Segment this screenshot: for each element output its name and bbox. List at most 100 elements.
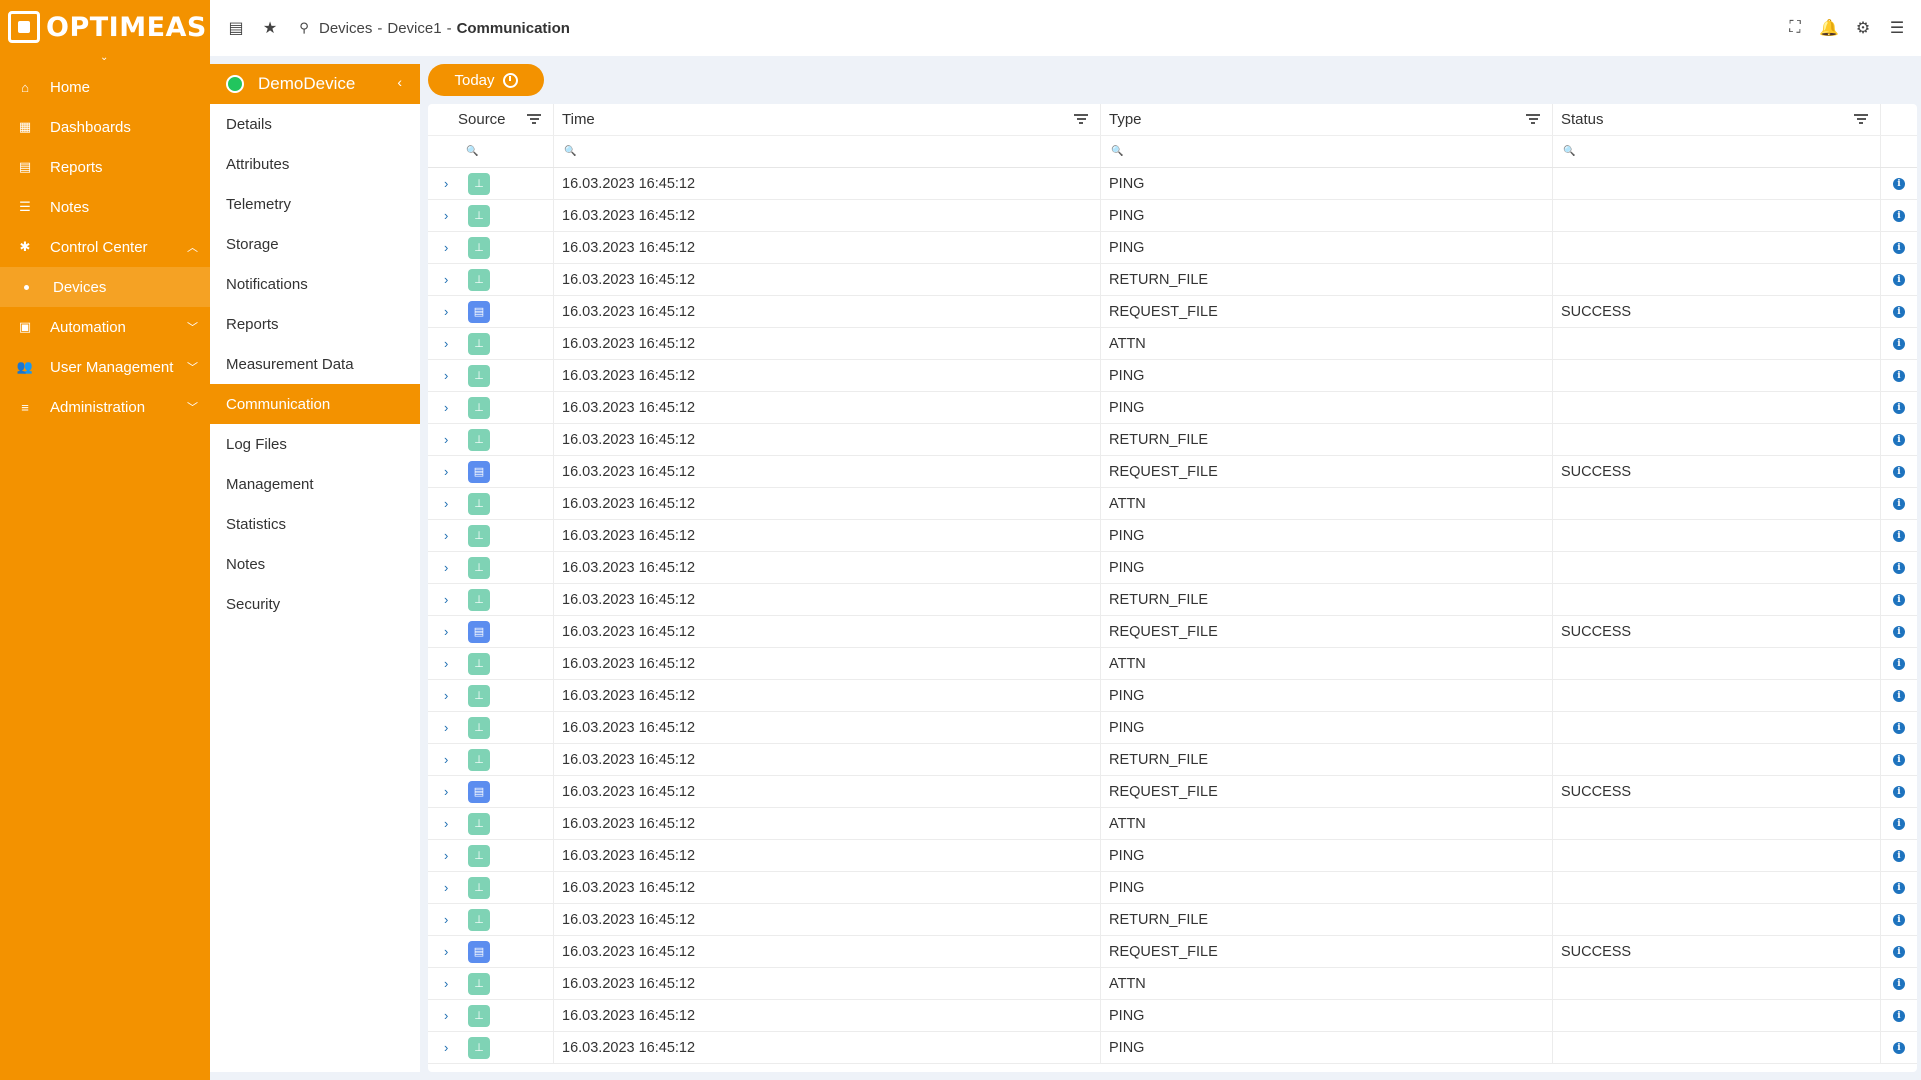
star-icon[interactable]: ★ <box>260 18 280 38</box>
table-row[interactable]: › ⊥ 16.03.2023 16:45:12 RETURN_FILE i <box>428 744 1917 776</box>
fullscreen-icon[interactable]: ⛶ <box>1785 18 1805 38</box>
device-menu-item-measurement-data[interactable]: Measurement Data <box>210 344 420 384</box>
info-icon[interactable]: i <box>1893 817 1905 830</box>
search-icon[interactable]: 🔍 <box>444 146 478 157</box>
bell-icon[interactable]: 🔔 <box>1819 18 1839 38</box>
device-menu-item-security[interactable]: Security <box>210 584 420 624</box>
info-icon[interactable]: i <box>1893 721 1905 734</box>
info-icon[interactable]: i <box>1893 913 1905 926</box>
table-row[interactable]: › ⊥ 16.03.2023 16:45:12 PING i <box>428 520 1917 552</box>
search-icon[interactable]: 🔍 <box>562 146 576 157</box>
device-menu-item-telemetry[interactable]: Telemetry <box>210 184 420 224</box>
table-row[interactable]: › ▤ 16.03.2023 16:45:12 REQUEST_FILE SUCCESS… <box>428 456 1917 488</box>
table-row[interactable]: › ⊥ 16.03.2023 16:45:12 RETURN_FILE i <box>428 264 1917 296</box>
table-row[interactable]: › ⊥ 16.03.2023 16:45:12 RETURN_FILE i <box>428 584 1917 616</box>
table-row[interactable]: › ⊥ 16.03.2023 16:45:12 PING i <box>428 1000 1917 1032</box>
chevron-right-icon[interactable]: › <box>444 528 456 543</box>
table-row[interactable]: › ⊥ 16.03.2023 16:45:12 PING i <box>428 232 1917 264</box>
info-icon[interactable]: i <box>1893 241 1905 254</box>
table-row[interactable]: › ⊥ 16.03.2023 16:45:12 ATTN i <box>428 648 1917 680</box>
logo[interactable]: OPTIMEAS <box>0 0 210 54</box>
nav-item-control-center[interactable]: ✱ Control Center ︿ <box>0 227 210 267</box>
info-icon[interactable]: i <box>1893 497 1905 510</box>
table-row[interactable]: › ⊥ 16.03.2023 16:45:12 PING i <box>428 1032 1917 1064</box>
table-row[interactable]: › ⊥ 16.03.2023 16:45:12 PING i <box>428 360 1917 392</box>
menu-icon[interactable]: ☰ <box>1887 18 1907 38</box>
info-icon[interactable]: i <box>1893 977 1905 990</box>
chevron-right-icon[interactable]: › <box>444 208 456 223</box>
chevron-right-icon[interactable]: › <box>444 496 456 511</box>
table-row[interactable]: › ⊥ 16.03.2023 16:45:12 PING i <box>428 840 1917 872</box>
table-row[interactable]: › ⊥ 16.03.2023 16:45:12 PING i <box>428 872 1917 904</box>
chevron-right-icon[interactable]: › <box>444 752 456 767</box>
breadcrumb-devices[interactable]: Devices <box>319 20 372 37</box>
nav-item-notes[interactable]: ☰ Notes <box>0 187 210 227</box>
info-icon[interactable]: i <box>1893 1041 1905 1054</box>
info-icon[interactable]: i <box>1893 881 1905 894</box>
info-icon[interactable]: i <box>1893 433 1905 446</box>
chevron-right-icon[interactable]: › <box>444 816 456 831</box>
nav-item-home[interactable]: ⌂ Home <box>0 67 210 107</box>
chevron-right-icon[interactable]: › <box>444 432 456 447</box>
chevron-right-icon[interactable]: › <box>444 272 456 287</box>
search-icon[interactable]: 🔍 <box>1561 146 1575 157</box>
chevron-down-icon[interactable]: ⌄ <box>100 52 108 63</box>
chevron-right-icon[interactable]: › <box>444 656 456 671</box>
info-icon[interactable]: i <box>1893 465 1905 478</box>
chevron-right-icon[interactable]: › <box>444 944 456 959</box>
chevron-right-icon[interactable]: › <box>444 368 456 383</box>
info-icon[interactable]: i <box>1893 849 1905 862</box>
chevron-right-icon[interactable]: › <box>444 848 456 863</box>
info-icon[interactable]: i <box>1893 337 1905 350</box>
chevron-right-icon[interactable]: › <box>444 240 456 255</box>
info-icon[interactable]: i <box>1893 401 1905 414</box>
device-menu-item-statistics[interactable]: Statistics <box>210 504 420 544</box>
chevron-right-icon[interactable]: › <box>444 784 456 799</box>
nav-item-devices[interactable]: Devices <box>0 267 210 307</box>
table-row[interactable]: › ⊥ 16.03.2023 16:45:12 ATTN i <box>428 488 1917 520</box>
chevron-right-icon[interactable]: › <box>444 336 456 351</box>
device-menu-item-management[interactable]: Management <box>210 464 420 504</box>
info-icon[interactable]: i <box>1893 305 1905 318</box>
device-menu-item-communication[interactable]: Communication <box>210 384 420 424</box>
nav-item-dashboards[interactable]: ▦ Dashboards <box>0 107 210 147</box>
filter-icon[interactable] <box>527 114 541 126</box>
info-icon[interactable]: i <box>1893 945 1905 958</box>
sidebar-toggle-icon[interactable]: ▤ <box>226 18 246 38</box>
device-menu-item-storage[interactable]: Storage <box>210 224 420 264</box>
breadcrumb-device1[interactable]: Device1 <box>387 20 441 37</box>
chevron-left-icon[interactable]: ‹ <box>397 74 402 90</box>
chevron-right-icon[interactable]: › <box>444 1040 456 1055</box>
column-header-time[interactable]: Time <box>554 104 1101 135</box>
search-icon[interactable]: 🔍 <box>1109 146 1123 157</box>
filter-icon[interactable] <box>1854 114 1868 126</box>
table-row[interactable]: › ▤ 16.03.2023 16:45:12 REQUEST_FILE SUCCESS… <box>428 936 1917 968</box>
chevron-right-icon[interactable]: › <box>444 688 456 703</box>
chevron-right-icon[interactable]: › <box>444 720 456 735</box>
table-row[interactable]: › ⊥ 16.03.2023 16:45:12 PING i <box>428 552 1917 584</box>
chevron-right-icon[interactable]: › <box>444 912 456 927</box>
nav-item-administration[interactable]: ≡ Administration ﹀ <box>0 387 210 427</box>
info-icon[interactable]: i <box>1893 1009 1905 1022</box>
info-icon[interactable]: i <box>1893 209 1905 222</box>
info-icon[interactable]: i <box>1893 593 1905 606</box>
filter-icon[interactable] <box>1526 114 1540 126</box>
device-menu-item-notifications[interactable]: Notifications <box>210 264 420 304</box>
table-row[interactable]: › ⊥ 16.03.2023 16:45:12 PING i <box>428 168 1917 200</box>
table-row[interactable]: › ⊥ 16.03.2023 16:45:12 PING i <box>428 712 1917 744</box>
chevron-right-icon[interactable]: › <box>444 304 456 319</box>
chevron-right-icon[interactable]: › <box>444 1008 456 1023</box>
chevron-right-icon[interactable]: › <box>444 624 456 639</box>
table-row[interactable]: › ▤ 16.03.2023 16:45:12 REQUEST_FILE SUCCESS… <box>428 616 1917 648</box>
column-header-type[interactable]: Type <box>1101 104 1553 135</box>
info-icon[interactable]: i <box>1893 369 1905 382</box>
device-menu-item-notes[interactable]: Notes <box>210 544 420 584</box>
column-header-status[interactable]: Status <box>1553 104 1881 135</box>
info-icon[interactable]: i <box>1893 753 1905 766</box>
chevron-right-icon[interactable]: › <box>444 560 456 575</box>
info-icon[interactable]: i <box>1893 273 1905 286</box>
table-row[interactable]: › ⊥ 16.03.2023 16:45:12 RETURN_FILE i <box>428 424 1917 456</box>
table-row[interactable]: › ⊥ 16.03.2023 16:45:12 PING i <box>428 392 1917 424</box>
info-icon[interactable]: i <box>1893 689 1905 702</box>
table-row[interactable]: › ▤ 16.03.2023 16:45:12 REQUEST_FILE SUCCESS… <box>428 776 1917 808</box>
